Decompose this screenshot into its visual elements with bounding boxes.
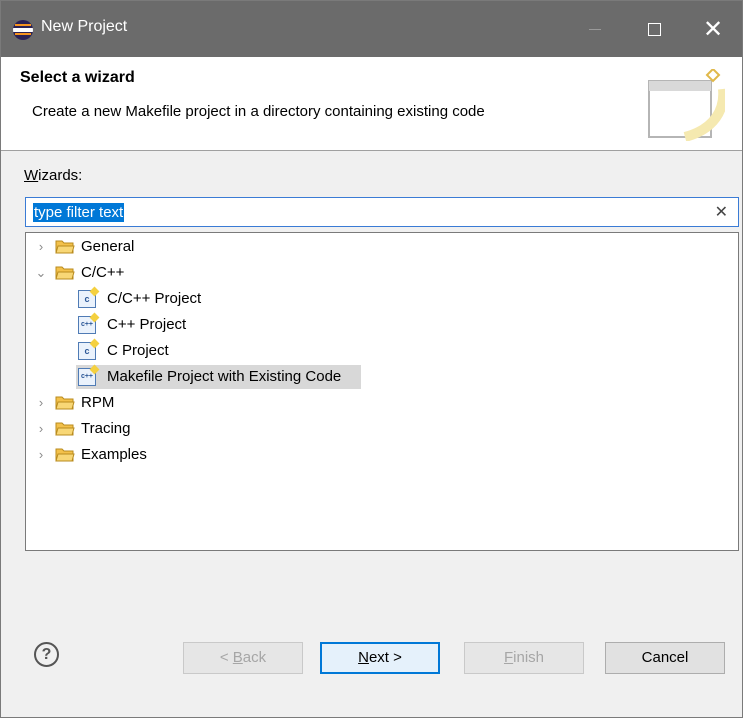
folder-icon xyxy=(55,422,75,436)
tree-item-label: General xyxy=(81,238,135,255)
wizard-header: Select a wizard Create a new Makefile pr… xyxy=(1,57,742,151)
tree-item-label: RPM xyxy=(81,394,115,411)
eclipse-logo-icon xyxy=(13,20,33,40)
maximize-icon xyxy=(647,22,661,36)
tree-item-label: Examples xyxy=(81,446,147,463)
tree-item-label: C/C++ xyxy=(81,264,125,281)
tree-item-c-cpp[interactable]: ⌄ C/C++ xyxy=(26,261,738,285)
tree-item-label: Tracing xyxy=(81,420,131,437)
tree-item-general[interactable]: › General xyxy=(26,235,738,259)
c-project-icon: c xyxy=(78,342,96,360)
tree-item-label: C++ Project xyxy=(107,316,187,333)
chevron-right-icon[interactable]: › xyxy=(34,417,48,441)
clear-filter-icon[interactable]: ✕ xyxy=(715,202,728,222)
wizard-banner-icon xyxy=(648,69,725,141)
window-title: New Project xyxy=(41,18,128,35)
folder-icon xyxy=(55,448,75,462)
page-title: Select a wizard xyxy=(20,69,135,86)
tree-item-rpm[interactable]: › RPM xyxy=(26,391,738,415)
tree-item-makefile-project[interactable]: c++ Makefile Project with Existing Code xyxy=(26,365,738,389)
tree-item-label: C Project xyxy=(107,342,169,359)
filter-text: type filter text xyxy=(33,203,125,222)
folder-open-icon xyxy=(55,266,75,280)
maximize-button[interactable] xyxy=(625,1,683,57)
back-button[interactable]: < Back xyxy=(183,642,303,674)
tree-item-label: Makefile Project with Existing Code xyxy=(107,368,342,385)
folder-icon xyxy=(55,240,75,254)
minimize-icon xyxy=(589,28,601,30)
next-button[interactable]: Next > xyxy=(320,642,440,674)
tree-item-tracing[interactable]: › Tracing xyxy=(26,417,738,441)
close-button[interactable]: ✕ xyxy=(684,1,742,57)
minimize-button[interactable] xyxy=(566,1,624,57)
close-icon: ✕ xyxy=(702,15,724,43)
chevron-right-icon[interactable]: › xyxy=(34,443,48,467)
new-project-dialog: New Project ✕ Select a wizard Create a n… xyxy=(0,0,743,718)
chevron-down-icon[interactable]: ⌄ xyxy=(34,261,48,285)
filter-input[interactable]: type filter text ✕ xyxy=(25,197,739,227)
title-bar: New Project ✕ xyxy=(1,1,742,57)
tree-item-label: C/C++ Project xyxy=(107,290,202,307)
chevron-right-icon[interactable]: › xyxy=(34,235,48,259)
folder-icon xyxy=(55,396,75,410)
page-description: Create a new Makefile project in a direc… xyxy=(32,103,485,120)
cpp-project-icon: c++ xyxy=(78,316,96,334)
c-project-icon: c xyxy=(78,290,96,308)
tree-item-cpp-project[interactable]: c++ C++ Project xyxy=(26,313,738,337)
chevron-right-icon[interactable]: › xyxy=(34,391,48,415)
tree-item-examples[interactable]: › Examples xyxy=(26,443,738,467)
finish-button[interactable]: Finish xyxy=(464,642,584,674)
wizard-tree[interactable]: › General ⌄ C/C++ c C/C++ Project c++ C+… xyxy=(25,232,739,551)
tree-item-c-project[interactable]: c C Project xyxy=(26,339,738,363)
cancel-button[interactable]: Cancel xyxy=(605,642,725,674)
help-icon[interactable]: ? xyxy=(34,642,59,667)
wizards-label: Wizards: xyxy=(24,167,83,184)
tree-item-c-cpp-project[interactable]: c C/C++ Project xyxy=(26,287,738,311)
cpp-project-icon: c++ xyxy=(78,368,96,386)
